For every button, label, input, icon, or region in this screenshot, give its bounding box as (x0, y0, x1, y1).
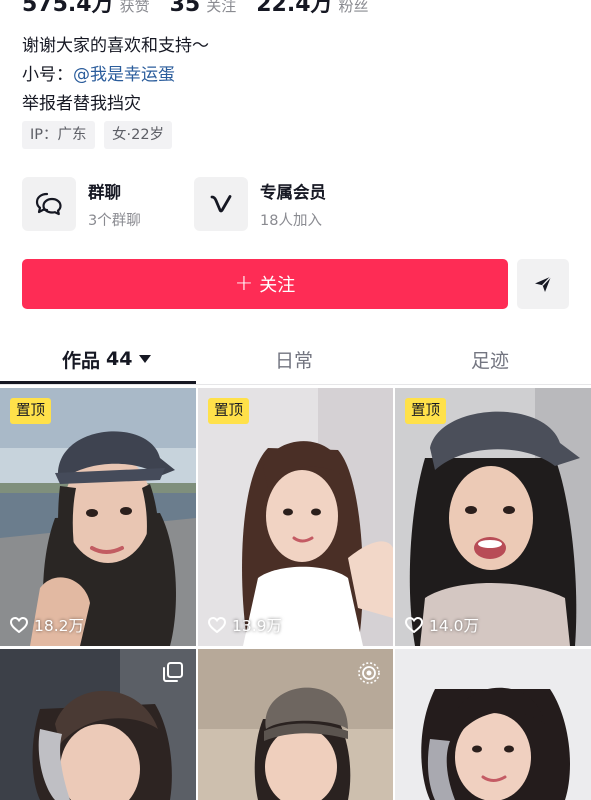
video-thumbnail[interactable]: 置顶 14.0万 (395, 388, 591, 646)
stats-row: 575.4万 获赞 35 关注 22.4万 粉丝 (22, 0, 383, 17)
video-thumbnail[interactable] (395, 649, 591, 800)
alt-account-link[interactable]: @我是幸运蛋 (73, 65, 175, 85)
exclusive-member-entry[interactable]: 专属会员 18人加入 (194, 177, 384, 233)
video-thumbnail[interactable] (0, 649, 196, 800)
like-count-text: 18.2万 (34, 617, 85, 635)
followers-count[interactable]: 22.4万 (256, 0, 332, 18)
group-chat-title: 群聊 (88, 183, 121, 202)
pinned-badge: 置顶 (208, 398, 249, 424)
heart-icon (405, 617, 423, 633)
following-label[interactable]: 关注 (206, 0, 236, 16)
group-chat-entry[interactable]: 群聊 3个群聊 (22, 177, 192, 233)
chat-bubbles-icon (22, 177, 76, 231)
v-member-icon (194, 177, 248, 231)
caret-down-icon (139, 355, 152, 363)
bio-line-1: 谢谢大家的喜欢和支持～ (22, 36, 209, 56)
video-cover-image (395, 649, 591, 800)
like-count-text: 13.9万 (232, 617, 283, 635)
ip-location-tag: IP：广东 (22, 121, 95, 149)
follow-button[interactable]: + 关注 (22, 259, 508, 309)
followers-label[interactable]: 粉丝 (339, 0, 369, 16)
tab-works-label: 作品 (62, 349, 101, 372)
following-count[interactable]: 35 (170, 0, 201, 17)
video-thumbnail[interactable]: 置顶 18.2万 (0, 388, 196, 646)
tab-works[interactable]: 作品 44 (62, 344, 152, 374)
group-chat-subtitle: 3个群聊 (88, 213, 141, 229)
follow-label: 关注 (259, 275, 296, 296)
likes-count: 575.4万 (22, 0, 114, 17)
plus-icon: + (234, 271, 254, 296)
tab-footprints[interactable]: 足迹 (471, 344, 509, 374)
send-arrow-icon (535, 276, 552, 292)
video-like-count: 18.2万 (10, 614, 84, 636)
video-cover-image (395, 388, 591, 646)
bio-line-3: 举报者替我挡灾 (22, 94, 141, 114)
tab-daily[interactable]: 日常 (275, 344, 313, 374)
heart-icon (10, 617, 28, 633)
pinned-badge: 置顶 (10, 398, 51, 424)
bio-alt-account-label: 小号： (22, 65, 73, 85)
video-like-count: 13.9万 (208, 614, 282, 636)
tab-divider (0, 384, 591, 385)
video-thumbnail[interactable] (198, 649, 393, 800)
bio-line-2: 小号：@我是幸运蛋 (22, 60, 175, 85)
video-cover-image (198, 388, 393, 646)
like-count-text: 14.0万 (429, 617, 480, 635)
multi-image-icon (162, 661, 184, 687)
live-photo-icon (357, 661, 381, 689)
exclusive-member-subtitle: 18人加入 (260, 213, 322, 229)
gender-age-tag: 女·22岁 (104, 121, 173, 149)
heart-icon (208, 617, 226, 633)
video-thumbnail[interactable]: 置顶 13.9万 (198, 388, 393, 646)
video-cover-image (0, 388, 196, 646)
tab-works-count: 44 (106, 348, 133, 370)
pinned-badge: 置顶 (405, 398, 446, 424)
video-like-count: 14.0万 (405, 614, 479, 636)
likes-label: 获赞 (119, 0, 150, 15)
send-message-button[interactable] (517, 259, 569, 309)
exclusive-member-title: 专属会员 (260, 183, 326, 202)
